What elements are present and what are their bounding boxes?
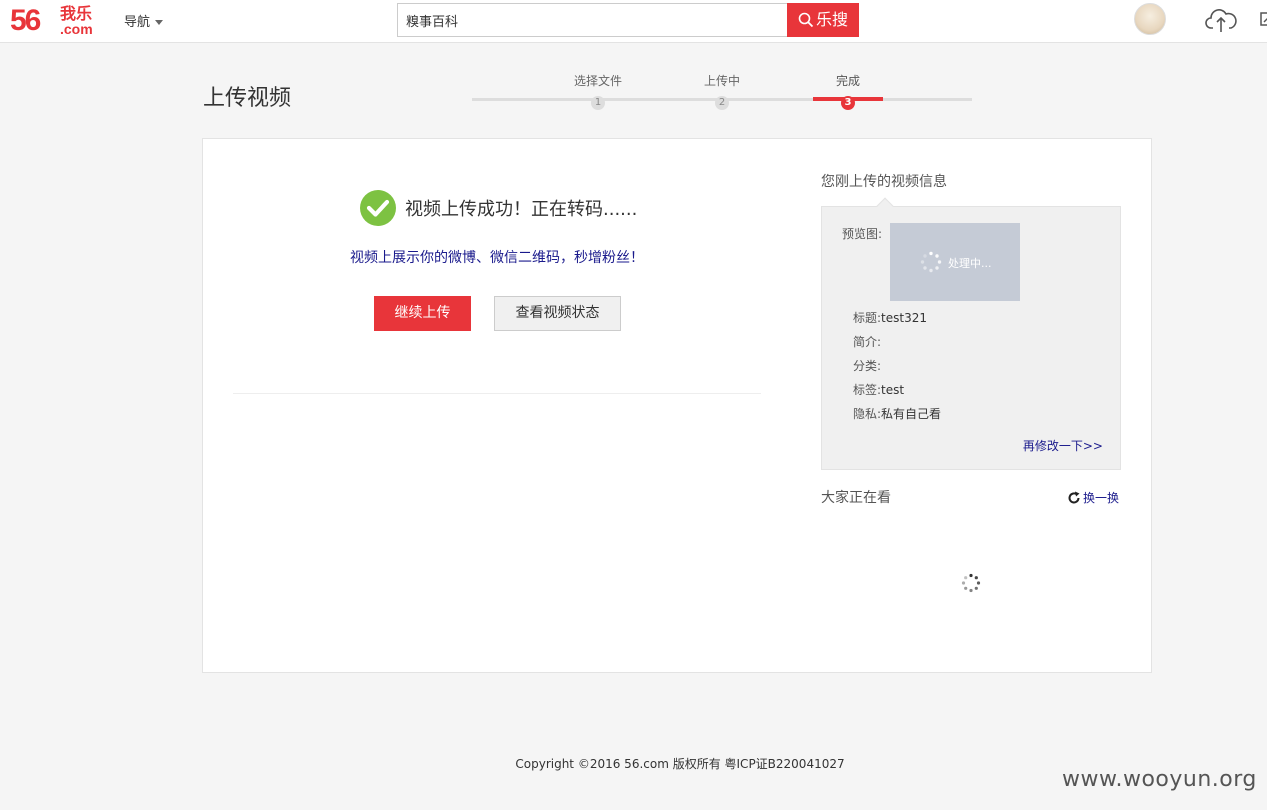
user-avatar[interactable] bbox=[1134, 3, 1166, 35]
info-value: 私有自己看 bbox=[881, 407, 942, 421]
logo-domain: .com bbox=[60, 21, 93, 37]
preview-thumbnail: 处理中... bbox=[890, 223, 1020, 301]
edit-again-link[interactable]: 再修改一下>> bbox=[1023, 437, 1103, 454]
success-message: 视频上传成功！正在转码...... bbox=[405, 199, 638, 220]
spinner-icon bbox=[920, 251, 942, 273]
page-title: 上传视频 bbox=[203, 86, 292, 111]
info-value: test321 bbox=[881, 311, 927, 325]
info-row-category: 分类: bbox=[853, 357, 881, 374]
refresh-label: 换一换 bbox=[1083, 491, 1120, 505]
divider bbox=[233, 393, 761, 394]
cloud-upload-icon[interactable] bbox=[1205, 6, 1237, 34]
info-key: 标题: bbox=[853, 311, 882, 325]
info-row-privacy: 隐私:私有自己看 bbox=[853, 405, 941, 422]
info-key: 隐私: bbox=[853, 407, 882, 421]
loading-spinner-icon bbox=[961, 573, 981, 593]
main-panel: 视频上传成功！正在转码...... 视频上展示你的微博、微信二维码，秒增粉丝！ … bbox=[202, 138, 1152, 673]
info-title: 您刚上传的视频信息 bbox=[821, 174, 947, 190]
search-bar: 乐搜 bbox=[397, 3, 859, 37]
step-label: 上传中 bbox=[703, 74, 740, 88]
step-complete: 完成 3 bbox=[808, 72, 888, 110]
watermark-text: www.wooyun.org bbox=[1062, 767, 1257, 792]
step-uploading: 上传中 2 bbox=[682, 72, 762, 110]
video-info-box: 预览图: 处理中... 标题:test321 简介: 分类: 标签:test 隐… bbox=[821, 197, 1121, 470]
promo-link[interactable]: 视频上展示你的微博、微信二维码，秒增粉丝！ bbox=[350, 247, 644, 267]
nav-menu[interactable]: 导航 bbox=[124, 11, 164, 30]
info-row-tags: 标签:test bbox=[853, 381, 904, 398]
search-button[interactable]: 乐搜 bbox=[787, 3, 859, 37]
info-key: 标签: bbox=[853, 383, 882, 397]
step-number: 1 bbox=[591, 96, 605, 110]
top-header: 56 我乐 .com 导航 乐搜 bbox=[0, 0, 1267, 43]
caret-down-icon bbox=[155, 20, 164, 25]
processing-text: 处理中... bbox=[948, 257, 992, 270]
step-label: 选择文件 bbox=[573, 74, 622, 88]
logo-number: 56 bbox=[10, 4, 41, 37]
box-arrow bbox=[876, 197, 894, 215]
search-icon bbox=[798, 12, 814, 28]
search-button-label: 乐搜 bbox=[815, 10, 848, 29]
preview-label: 预览图: bbox=[842, 227, 883, 241]
info-key: 简介: bbox=[853, 335, 882, 349]
nav-label: 导航 bbox=[124, 15, 151, 30]
search-input[interactable] bbox=[397, 3, 788, 37]
info-row-intro: 简介: bbox=[853, 333, 881, 350]
expand-icon[interactable] bbox=[1259, 10, 1267, 30]
info-row-title: 标题:test321 bbox=[853, 309, 927, 326]
step-label: 完成 bbox=[835, 74, 860, 88]
step-number: 2 bbox=[715, 96, 729, 110]
upload-progress-steps: 选择文件 1 上传中 2 完成 3 bbox=[472, 72, 972, 112]
step-number: 3 bbox=[841, 96, 855, 110]
info-value: test bbox=[881, 383, 905, 397]
info-key: 分类: bbox=[853, 359, 882, 373]
view-status-button[interactable]: 查看视频状态 bbox=[494, 296, 621, 331]
refresh-icon bbox=[1068, 491, 1080, 504]
continue-upload-button[interactable]: 继续上传 bbox=[374, 296, 471, 331]
site-logo[interactable]: 56 我乐 .com bbox=[10, 4, 102, 38]
check-circle-icon bbox=[360, 190, 396, 226]
step-select-file: 选择文件 1 bbox=[558, 72, 638, 110]
refresh-link[interactable]: 换一换 bbox=[1067, 489, 1119, 506]
watching-title: 大家正在看 bbox=[821, 490, 891, 506]
